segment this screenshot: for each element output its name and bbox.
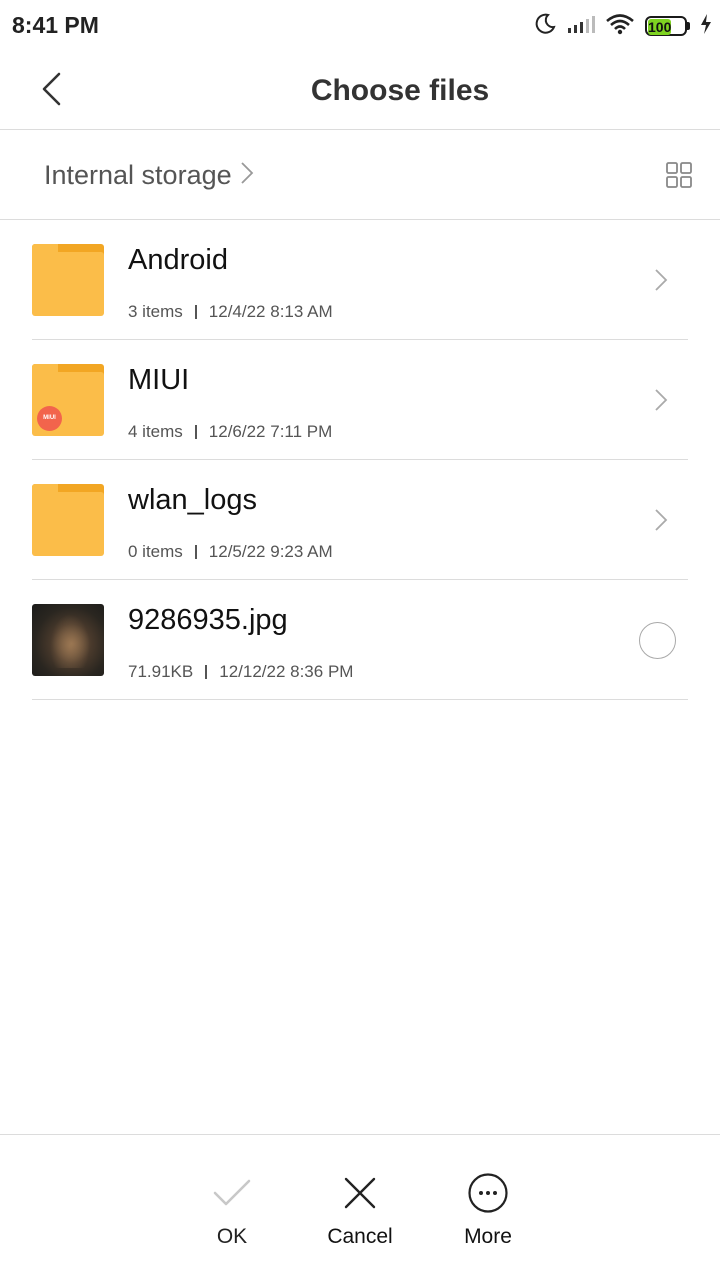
file-meta: 71.91KB 12/12/22 8:36 PM — [128, 662, 353, 682]
item-count: 4 items — [128, 422, 183, 441]
file-meta: 3 items 12/4/22 8:13 AM — [128, 302, 333, 322]
page-title: Choose files — [310, 74, 490, 107]
grid-view-button[interactable] — [666, 162, 692, 188]
signal-icon — [567, 14, 595, 39]
list-item[interactable]: wlan_logs 0 items 12/5/22 9:23 AM — [0, 460, 720, 580]
chevron-right-icon — [654, 508, 668, 532]
file-name: wlan_logs — [128, 484, 257, 516]
breadcrumb-label[interactable]: Internal storage — [44, 160, 232, 191]
status-time: 8:41 PM — [12, 12, 99, 38]
file-size: 71.91KB — [128, 662, 194, 681]
modified-date: 12/12/22 8:36 PM — [219, 662, 354, 681]
file-name: MIUI — [128, 364, 190, 396]
file-list: Android 3 items 12/4/22 8:13 AM MIUI MIU… — [0, 220, 720, 700]
folder-icon: MIUI — [32, 364, 104, 436]
chevron-right-icon — [240, 161, 254, 190]
battery-icon: 100 — [645, 16, 690, 36]
ok-button[interactable]: OK — [172, 1173, 292, 1249]
wifi-icon — [605, 13, 635, 40]
more-icon — [468, 1173, 508, 1213]
more-label: More — [464, 1225, 512, 1248]
list-item[interactable]: MIUI MIUI 4 items 12/6/22 7:11 PM — [0, 340, 720, 460]
file-name: Android — [128, 244, 228, 276]
more-button[interactable]: More — [428, 1173, 548, 1249]
chevron-right-icon — [654, 388, 668, 412]
list-item[interactable]: Android 3 items 12/4/22 8:13 AM — [0, 220, 720, 340]
status-icons: 100 — [533, 12, 712, 40]
cancel-label: Cancel — [327, 1225, 393, 1248]
breadcrumb[interactable]: Internal storage — [44, 160, 254, 191]
check-icon — [212, 1173, 252, 1213]
moon-icon — [533, 12, 557, 41]
miui-badge-icon: MIUI — [37, 406, 62, 431]
file-name: 9286935.jpg — [128, 604, 288, 636]
title-bar: Choose files — [0, 52, 720, 130]
file-meta: 4 items 12/6/22 7:11 PM — [128, 422, 332, 442]
close-icon — [340, 1173, 380, 1213]
cancel-button[interactable]: Cancel — [300, 1173, 420, 1249]
image-thumbnail — [32, 604, 104, 676]
breadcrumb-bar: Internal storage — [0, 131, 720, 220]
item-count: 3 items — [128, 302, 183, 321]
grid-view-icon — [666, 162, 692, 192]
battery-level: 100 — [648, 19, 672, 35]
ok-label: OK — [216, 1225, 248, 1248]
select-radio[interactable] — [639, 622, 676, 659]
folder-icon — [32, 484, 104, 556]
modified-date: 12/5/22 9:23 AM — [208, 542, 333, 561]
modified-date: 12/6/22 7:11 PM — [208, 422, 333, 441]
chevron-right-icon — [654, 268, 668, 292]
item-count: 0 items — [128, 542, 183, 561]
list-item[interactable]: 9286935.jpg 71.91KB 12/12/22 8:36 PM — [0, 580, 720, 700]
status-bar: 8:41 PM 100 — [0, 0, 720, 52]
bottom-action-bar: OK Cancel More — [0, 1134, 720, 1280]
file-meta: 0 items 12/5/22 9:23 AM — [128, 542, 333, 562]
modified-date: 12/4/22 8:13 AM — [208, 302, 333, 321]
charging-icon — [700, 13, 712, 39]
folder-icon — [32, 244, 104, 316]
